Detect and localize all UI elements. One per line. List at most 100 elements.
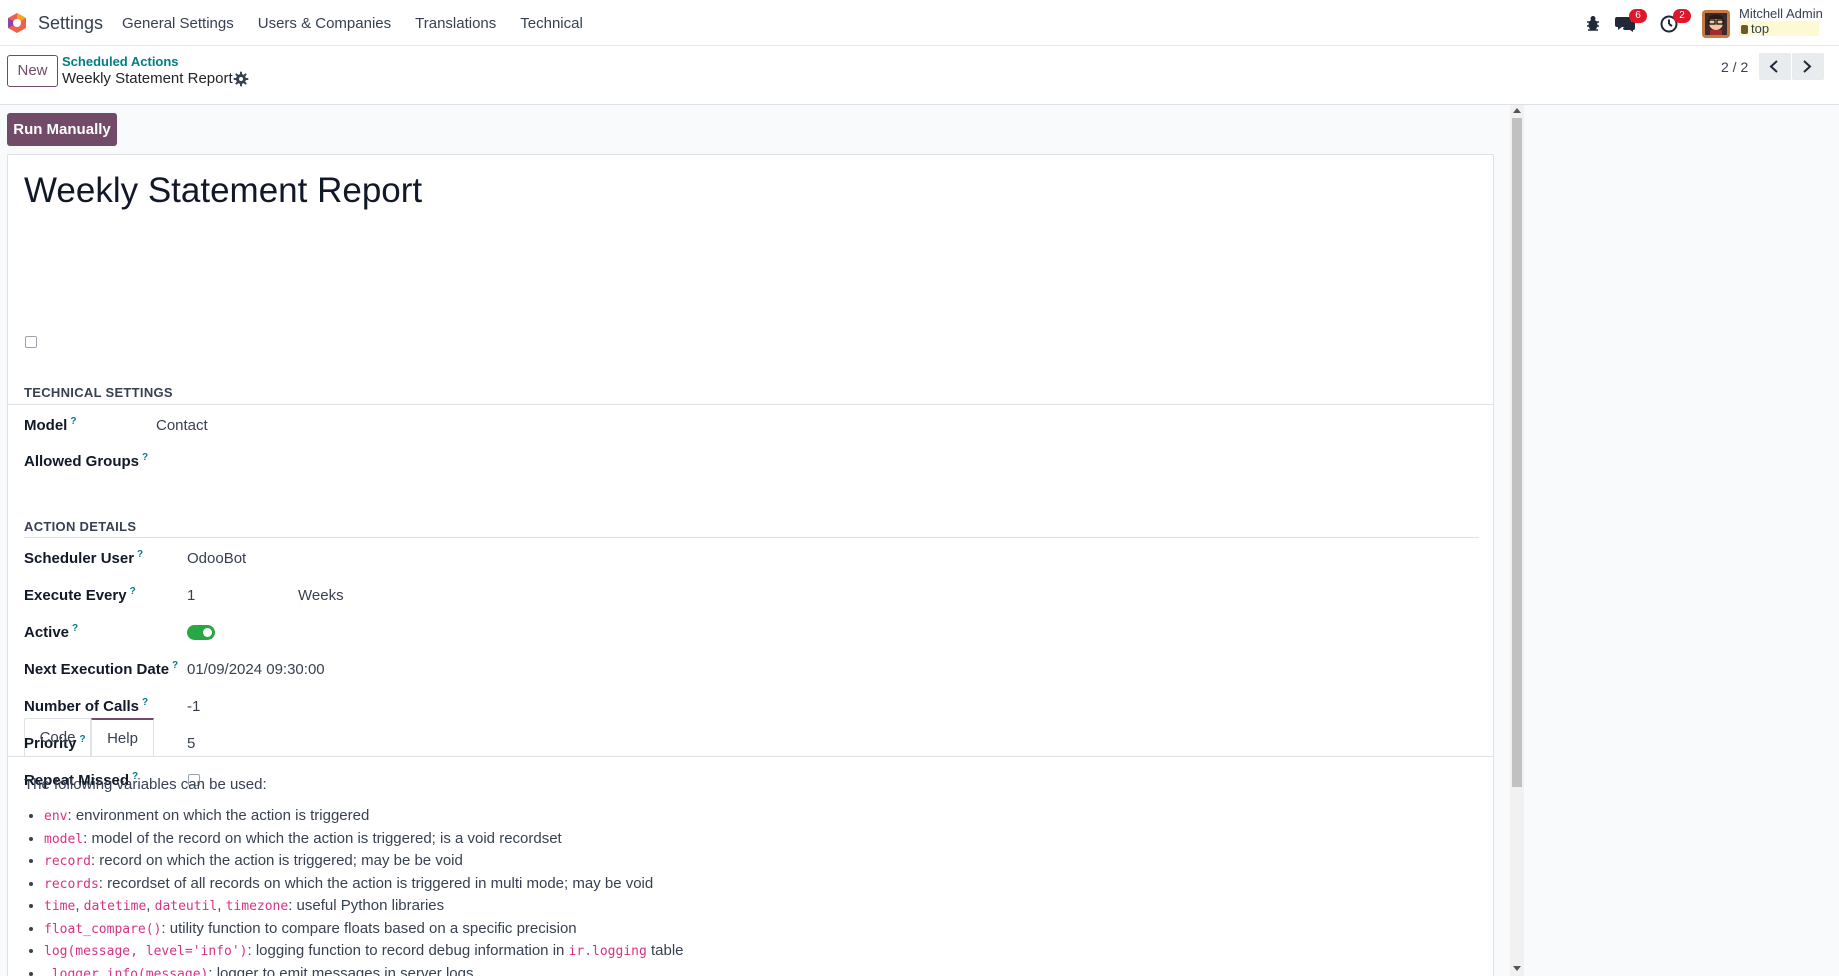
help-item: _logger.info(message): logger to emit me…	[44, 963, 684, 976]
help-code: _logger.info(message)	[44, 966, 209, 976]
help-text: : environment on which the action is tri…	[67, 807, 370, 824]
scroll-thumb[interactable]	[1512, 118, 1522, 787]
help-text: : useful Python libraries	[288, 897, 445, 914]
breadcrumb-scheduled-actions[interactable]: Scheduled Actions	[62, 54, 179, 69]
menu-translations[interactable]: Translations	[415, 15, 496, 32]
activities-button[interactable]: 2	[1660, 9, 1691, 35]
new-button[interactable]: New	[7, 55, 58, 87]
help-code: records	[44, 876, 99, 892]
scroll-down-arrow[interactable]	[1513, 966, 1521, 971]
help-code: timezone	[225, 899, 289, 914]
pager-next-button[interactable]	[1792, 53, 1824, 80]
help-code: record	[44, 854, 91, 869]
user-avatar[interactable]	[1702, 10, 1730, 38]
help-code: log(message, level='info')	[44, 944, 248, 959]
help-item: log(message, level='info'): logging func…	[44, 940, 684, 963]
database-name: top	[1751, 21, 1770, 36]
help-text: : model of the record on which the actio…	[83, 829, 562, 847]
model-label: Model?	[24, 416, 77, 434]
help-item: record: record on which the action is tr…	[44, 850, 684, 873]
technical-settings-heading: TECHNICAL SETTINGS	[24, 385, 173, 400]
record-title[interactable]: Weekly Statement Report	[24, 171, 422, 211]
help-text: : logging function to record debug infor…	[247, 942, 569, 959]
help-code: ir.logging	[568, 944, 647, 959]
help-text: table	[646, 942, 684, 959]
messages-button[interactable]: 6	[1615, 9, 1647, 35]
help-code: env	[44, 809, 68, 824]
chevron-right-icon	[1803, 60, 1812, 73]
allowed-groups-field[interactable]	[156, 452, 556, 472]
number-of-calls-label: Number of Calls?	[24, 697, 149, 715]
run-manually-button[interactable]: Run Manually	[7, 113, 117, 146]
next-execution-date-help[interactable]: ?	[172, 660, 178, 671]
help-variable-list: env: environment on which the action is …	[24, 805, 684, 976]
help-separator: ,	[217, 897, 226, 914]
allowed-groups-help[interactable]: ?	[142, 452, 148, 463]
number-of-calls-help[interactable]: ?	[142, 697, 148, 708]
action-details-heading: ACTION DETAILS	[24, 519, 137, 534]
model-help[interactable]: ?	[70, 416, 76, 427]
control-panel: New Scheduled Actions Weekly Statement R…	[0, 46, 1839, 105]
help-text: : record on which the action is triggere…	[90, 852, 463, 869]
priority-value[interactable]: 5	[187, 735, 195, 752]
tab-help[interactable]: Help	[91, 718, 154, 757]
help-item: time, datetime, dateutil, timezone: usef…	[44, 895, 684, 918]
active-label: Active?	[24, 623, 79, 641]
help-code: datetime	[83, 899, 147, 914]
active-help[interactable]: ?	[72, 623, 78, 634]
execute-every-unit[interactable]: Weeks	[298, 587, 344, 604]
execute-every-number[interactable]: 1	[187, 587, 195, 604]
scheduler-user-help[interactable]: ?	[137, 549, 143, 560]
activities-badge: 2	[1673, 9, 1691, 23]
execute-every-help[interactable]: ?	[130, 586, 136, 597]
execute-every-label: Execute Every?	[24, 586, 136, 604]
help-code: time	[44, 899, 76, 914]
odoo-logo-icon[interactable]	[6, 12, 28, 34]
database-badge: top	[1739, 21, 1819, 36]
number-of-calls-value[interactable]: -1	[187, 698, 200, 715]
pager-previous-button[interactable]	[1759, 53, 1791, 80]
pager-value[interactable]: 2 / 2	[1721, 59, 1748, 75]
database-icon	[1741, 25, 1748, 34]
avatar-icon	[1702, 10, 1730, 38]
next-execution-date-label: Next Execution Date?	[24, 660, 179, 678]
bug-icon	[1587, 16, 1599, 31]
scroll-up-arrow[interactable]	[1513, 108, 1521, 113]
next-execution-date-value[interactable]: 01/09/2024 09:30:00	[187, 661, 325, 678]
debug-button[interactable]	[1585, 11, 1603, 35]
main-menu: General Settings Users & Companies Trans…	[122, 15, 607, 32]
action-details-separator	[24, 537, 1479, 538]
help-separator: ,	[146, 897, 155, 914]
help-text: : recordset of all records on which the …	[98, 874, 654, 892]
tabs-separator	[8, 756, 1493, 757]
help-intro: The following variables can be used:	[24, 776, 267, 793]
allowed-groups-label: Allowed Groups?	[24, 452, 149, 470]
title-checkbox[interactable]	[25, 336, 37, 348]
gear-icon[interactable]	[233, 71, 249, 87]
chevron-left-icon	[1769, 60, 1778, 73]
help-code: model	[44, 831, 84, 847]
help-code: dateutil	[154, 899, 218, 914]
scheduler-user-label: Scheduler User?	[24, 549, 144, 567]
technical-settings-separator	[8, 404, 1493, 405]
menu-users-companies[interactable]: Users & Companies	[258, 15, 391, 32]
help-code: float_compare()	[44, 921, 162, 937]
help-text: : logger to emit messages in server logs	[208, 964, 474, 976]
user-name[interactable]: Mitchell Admin	[1739, 6, 1823, 21]
app-name[interactable]: Settings	[38, 13, 103, 34]
model-value[interactable]: Contact	[156, 417, 208, 434]
help-text: : utility function to compare floats bas…	[161, 919, 577, 937]
menu-general-settings[interactable]: General Settings	[122, 15, 234, 32]
top-navbar: Settings General Settings Users & Compan…	[0, 0, 1839, 46]
scheduler-user-value[interactable]: OdooBot	[187, 550, 246, 567]
tab-code[interactable]: Code	[24, 718, 91, 757]
help-item: records: recordset of all records on whi…	[44, 873, 684, 896]
scrollbar[interactable]	[1510, 105, 1524, 976]
form-sheet: Weekly Statement Report TECHNICAL SETTIN…	[7, 154, 1494, 976]
menu-technical[interactable]: Technical	[520, 15, 583, 32]
help-separator: ,	[75, 897, 84, 914]
help-item: float_compare(): utility function to com…	[44, 918, 684, 941]
help-item: model: model of the record on which the …	[44, 828, 684, 851]
active-toggle-knob	[203, 628, 212, 637]
active-toggle[interactable]	[187, 625, 215, 640]
